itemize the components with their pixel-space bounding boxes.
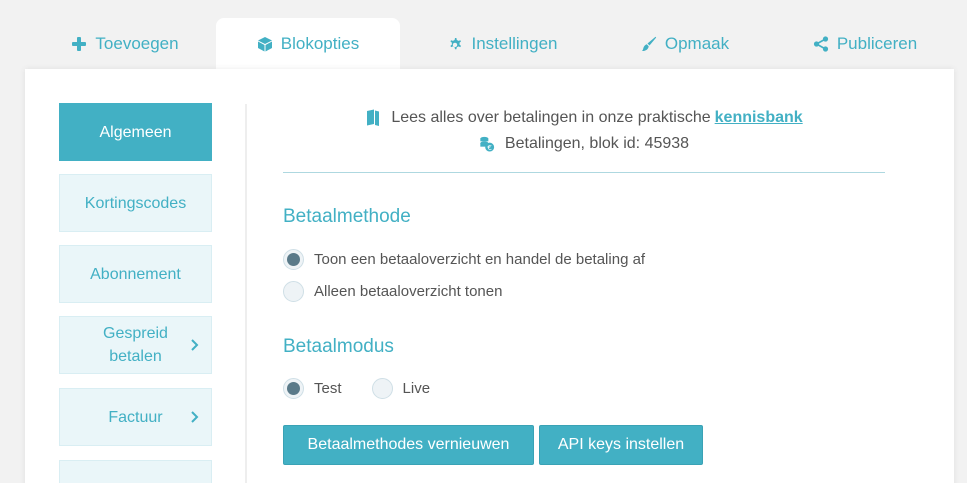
radio-button-test[interactable] (283, 378, 304, 399)
tab-instellingen[interactable]: Instellingen (420, 18, 585, 70)
sidebar-item-abonnement[interactable]: Abonnement (59, 245, 212, 303)
tab-toevoegen[interactable]: Toevoegen (40, 18, 210, 70)
tab-bar: Toevoegen Blokopties Instellingen Opmaak… (0, 0, 967, 70)
plus-icon (72, 37, 87, 51)
tab-label: Instellingen (471, 34, 558, 53)
tab-label: Blokopties (280, 34, 360, 53)
info-text: Lees alles over betalingen in onze prakt… (391, 109, 711, 126)
betaalmethode-option-overview[interactable]: Alleen betaaloverzicht tonen (283, 281, 502, 302)
sidebar-item-label: Abonnement (90, 265, 181, 283)
radio-label-live[interactable]: Live (403, 380, 431, 397)
radio-label[interactable]: Alleen betaaloverzicht tonen (314, 283, 502, 300)
svg-text:€: € (487, 143, 492, 152)
sidebar-item-more[interactable] (59, 460, 212, 483)
tab-publiceren[interactable]: Publiceren (790, 18, 940, 70)
kennisbank-link[interactable]: kennisbank (715, 109, 803, 127)
sidebar-item-label: Gespreid betalen (103, 325, 168, 365)
api-keys-button[interactable]: API keys instellen (539, 425, 703, 465)
tab-label: Toevoegen (95, 34, 179, 53)
info-block: Lees alles over betalingen in onze prakt… (283, 105, 885, 157)
radio-label-test[interactable]: Test (314, 380, 342, 397)
radio-label[interactable]: Toon een betaaloverzicht en handel de be… (314, 251, 645, 268)
betaalmodus-options: Test Live (283, 378, 430, 399)
tab-label: Publiceren (836, 34, 918, 53)
book-icon (367, 109, 380, 126)
tab-blokopties[interactable]: Blokopties (216, 18, 400, 70)
sidebar-item-algemeen[interactable]: Algemeen (59, 103, 212, 161)
sidebar-item-label: Algemeen (99, 123, 172, 141)
radio-button[interactable] (283, 249, 304, 270)
vertical-divider (245, 104, 247, 483)
main-panel: Algemeen Kortingscodes Abonnement Gespre… (25, 69, 954, 483)
sidebar-item-label: Factuur (108, 408, 163, 426)
radio-button[interactable] (283, 281, 304, 302)
block-id-text: Betalingen, blok id: 45938 (504, 135, 690, 152)
block-id-line: € Betalingen, blok id: 45938 (283, 131, 885, 157)
sidebar-item-factuur[interactable]: Factuur (59, 388, 212, 446)
radio-button-live[interactable] (371, 378, 393, 399)
chevron-right-icon (191, 339, 199, 351)
sidebar-item-gespreid-betalen[interactable]: Gespreid betalen (59, 316, 212, 374)
refresh-payment-methods-button[interactable]: Betaalmethodes vernieuwen (283, 425, 534, 465)
betaalmodus-heading: Betaalmodus (283, 336, 394, 357)
betaalmethode-option-full[interactable]: Toon een betaaloverzicht en handel de be… (283, 249, 645, 270)
knowledge-base-line: Lees alles over betalingen in onze prakt… (283, 105, 885, 131)
tab-opmaak[interactable]: Opmaak (610, 18, 760, 70)
tab-label: Opmaak (664, 34, 730, 53)
share-icon (813, 36, 828, 52)
horizontal-divider (283, 172, 885, 173)
chevron-right-icon (191, 411, 199, 423)
brush-icon (641, 36, 657, 51)
betaalmethode-heading: Betaalmethode (283, 206, 411, 227)
coins-icon: € (480, 136, 495, 152)
sidebar-item-kortingscodes[interactable]: Kortingscodes (59, 174, 212, 232)
sidebar-item-label: Kortingscodes (84, 194, 187, 212)
cube-icon (257, 37, 272, 52)
gear-icon (450, 38, 462, 50)
